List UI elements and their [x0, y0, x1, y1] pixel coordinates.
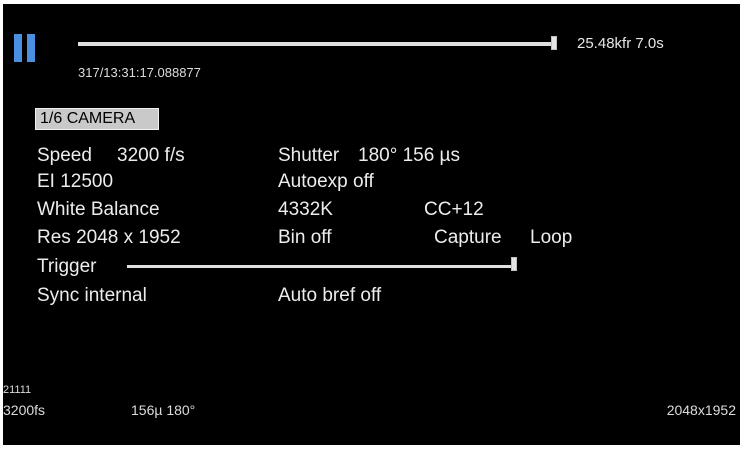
cc-setting[interactable]: CC+12	[424, 199, 484, 221]
capture-value[interactable]: Loop	[530, 227, 572, 249]
trigger-slider-handle[interactable]	[511, 257, 517, 271]
ei-setting[interactable]: EI 12500	[37, 171, 113, 193]
shutter-label[interactable]: Shutter	[278, 145, 339, 167]
footer-resolution: 2048x1952	[666, 402, 736, 418]
timeline-end-marker[interactable]	[551, 36, 557, 50]
frame-counter: 21111	[3, 384, 32, 396]
tab-camera[interactable]: 1/6 CAMERA	[35, 108, 159, 130]
speed-value[interactable]: 3200 f/s	[117, 145, 185, 167]
timestamp: 317/13:31:17.088877	[78, 65, 201, 80]
trigger-label[interactable]: Trigger	[37, 256, 96, 278]
footer-fps: 3200fs	[3, 402, 46, 418]
bin-setting[interactable]: Bin off	[278, 227, 332, 249]
autoexp-setting[interactable]: Autoexp off	[278, 171, 374, 193]
footer-shutter: 156µ 180°	[131, 402, 196, 418]
white-balance-value[interactable]: 4332K	[278, 199, 333, 221]
resolution-setting[interactable]: Res 2048 x 1952	[37, 227, 181, 249]
camera-screen: 25.48kfr 7.0s 317/13:31:17.088877 1/6 CA…	[3, 4, 740, 445]
playback-rate: 25.48kfr 7.0s	[577, 35, 664, 52]
white-balance-label[interactable]: White Balance	[37, 199, 160, 221]
sync-setting[interactable]: Sync internal	[37, 285, 147, 307]
capture-label[interactable]: Capture	[434, 227, 502, 249]
trigger-slider[interactable]	[127, 265, 515, 268]
pause-icon[interactable]	[14, 34, 36, 62]
shutter-value[interactable]: 180° 156 µs	[358, 145, 460, 167]
speed-label[interactable]: Speed	[37, 145, 92, 167]
playback-timeline[interactable]	[78, 42, 555, 46]
auto-bref-setting[interactable]: Auto bref off	[278, 285, 381, 307]
